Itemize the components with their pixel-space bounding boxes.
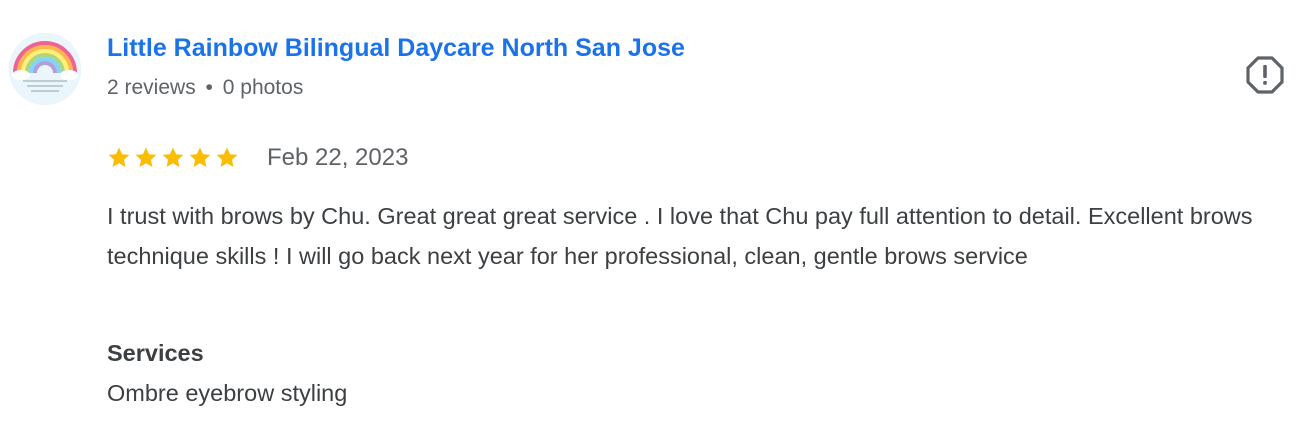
reviews-count: 2 reviews — [107, 76, 196, 99]
rainbow-logo-icon — [9, 33, 81, 105]
photos-count: 0 photos — [222, 76, 304, 99]
reviewer-meta: 2 reviews • 0 photos — [107, 76, 303, 100]
review-date: Feb 22, 2023 — [267, 144, 409, 171]
rating-row: Feb 22, 2023 — [107, 142, 408, 174]
star-icon — [135, 147, 157, 167]
review-text: I trust with brows by Chu. Great great g… — [107, 203, 1253, 269]
reviewer-avatar[interactable] — [9, 33, 81, 105]
services-heading: Services — [107, 340, 204, 366]
star-rating — [107, 146, 239, 170]
star-icon — [216, 147, 238, 167]
meta-separator: • — [205, 76, 213, 99]
reviewer-name-link[interactable]: Little Rainbow Bilingual Daycare North S… — [107, 34, 685, 63]
services-value: Ombre eyebrow styling — [107, 380, 348, 406]
review-card: Little Rainbow Bilingual Daycare North S… — [0, 0, 1307, 444]
star-icon — [162, 147, 184, 167]
report-octagon-icon — [1246, 56, 1284, 94]
star-icon — [108, 147, 130, 167]
star-icon — [189, 147, 211, 167]
report-review-button[interactable] — [1245, 55, 1285, 95]
